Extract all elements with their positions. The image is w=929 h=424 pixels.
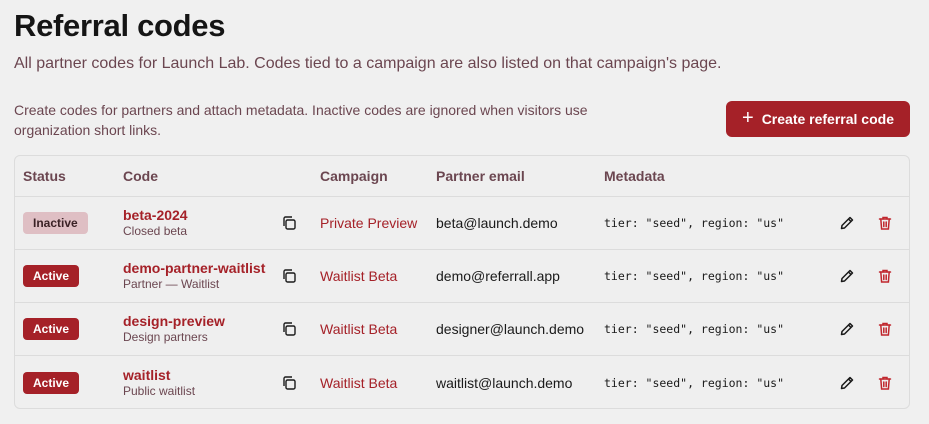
- copy-icon: [283, 322, 296, 336]
- pencil-icon: [840, 322, 854, 336]
- trash-icon: [878, 216, 892, 230]
- table-row: Active demo-partner-waitlist Partner — W…: [15, 250, 909, 303]
- table-row: Inactive beta-2024 Closed beta Private P…: [15, 197, 909, 250]
- status-badge: Inactive: [23, 212, 88, 234]
- status-badge: Active: [23, 265, 80, 287]
- code-cell: demo-partner-waitlist Partner — Waitlist: [123, 260, 265, 292]
- campaign-link[interactable]: Private Preview: [320, 215, 417, 231]
- header-code: Code: [123, 168, 158, 184]
- trash-icon: [878, 376, 892, 390]
- code-description: Design partners: [123, 330, 208, 344]
- status-badge: Active: [23, 371, 80, 394]
- copy-code-button[interactable]: [279, 266, 299, 286]
- code-cell: design-preview Design partners: [123, 313, 225, 345]
- header-metadata: Metadata: [604, 168, 665, 184]
- edit-button[interactable]: [837, 266, 857, 286]
- partner-email: waitlist@launch.demo: [436, 374, 573, 391]
- code-name: beta-2024: [123, 207, 188, 223]
- metadata-value: tier: "seed", region: "us": [604, 375, 785, 390]
- copy-icon: [283, 269, 296, 283]
- pencil-icon: [840, 376, 854, 389]
- header-partner-email: Partner email: [436, 168, 525, 184]
- campaign-link[interactable]: Waitlist Beta: [320, 321, 397, 337]
- trash-icon: [878, 322, 892, 336]
- trash-icon: [878, 269, 892, 283]
- partner-email: beta@launch.demo: [436, 215, 558, 231]
- code-cell: waitlist Public waitlist: [123, 367, 195, 399]
- create-referral-code-button[interactable]: + Create referral code: [726, 101, 910, 137]
- campaign-link[interactable]: Waitlist Beta: [320, 268, 397, 284]
- helper-text: Create codes for partners and attach met…: [14, 102, 588, 138]
- table-body: Inactive beta-2024 Closed beta Private P…: [15, 197, 909, 408]
- edit-button[interactable]: [837, 319, 857, 339]
- table-row: Active design-preview Design partners Wa…: [15, 303, 909, 356]
- code-description: Closed beta: [123, 224, 188, 238]
- copy-code-button[interactable]: [279, 213, 299, 233]
- code-name: demo-partner-waitlist: [123, 260, 266, 276]
- page-title: Referral codes: [14, 8, 226, 43]
- plus-icon: +: [742, 107, 754, 129]
- metadata-value: tier: "seed", region: "us": [604, 322, 785, 336]
- header-campaign: Campaign: [320, 168, 388, 184]
- delete-button[interactable]: [875, 373, 895, 393]
- referral-codes-table: Status Code Campaign Partner email Metad…: [14, 155, 910, 409]
- header-status: Status: [23, 168, 66, 184]
- table-header: Status Code Campaign Partner email Metad…: [15, 156, 909, 197]
- edit-button[interactable]: [837, 213, 857, 233]
- copy-icon: [283, 375, 296, 390]
- code-description: Partner — Waitlist: [123, 277, 220, 291]
- pencil-icon: [840, 269, 854, 283]
- metadata-value: tier: "seed", region: "us": [604, 216, 785, 230]
- code-name: design-preview: [123, 313, 225, 329]
- campaign-link[interactable]: Waitlist Beta: [320, 375, 397, 391]
- delete-button[interactable]: [875, 319, 895, 339]
- code-description: Public waitlist: [123, 383, 196, 398]
- table-row: Active waitlist Public waitlist Waitlist…: [15, 356, 909, 408]
- status-badge: Active: [23, 318, 80, 340]
- page-subtitle: All partner codes for Launch Lab. Codes …: [14, 55, 722, 72]
- code-cell: beta-2024 Closed beta: [123, 207, 188, 239]
- copy-icon: [283, 216, 296, 230]
- pencil-icon: [840, 216, 854, 230]
- edit-button[interactable]: [837, 373, 857, 393]
- partner-email: demo@referrall.app: [436, 268, 560, 284]
- create-referral-code-label: Create referral code: [761, 111, 894, 127]
- copy-code-button[interactable]: [279, 319, 299, 339]
- delete-button[interactable]: [875, 213, 895, 233]
- partner-email: designer@launch.demo: [436, 321, 585, 337]
- code-name: waitlist: [123, 366, 171, 383]
- copy-code-button[interactable]: [279, 373, 299, 393]
- delete-button[interactable]: [875, 266, 895, 286]
- metadata-value: tier: "seed", region: "us": [604, 269, 785, 283]
